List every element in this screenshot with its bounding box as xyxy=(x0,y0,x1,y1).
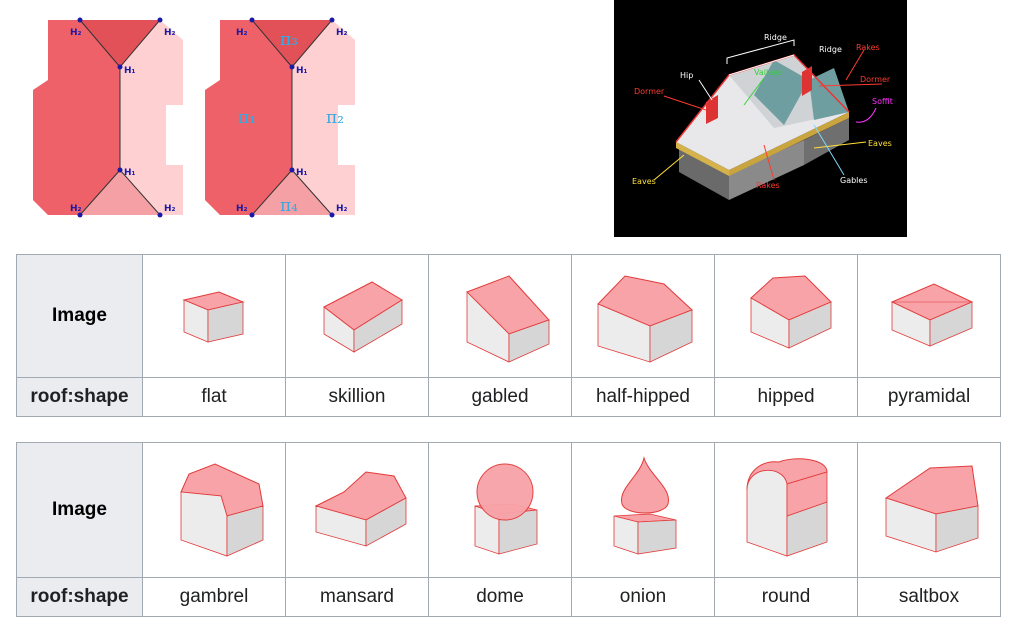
image-row: Image xyxy=(16,442,1001,578)
shape-image-cell xyxy=(714,254,858,378)
h2-label: H₂ xyxy=(236,204,248,214)
label-ridge: Ridge xyxy=(764,33,787,42)
h2-label: H₂ xyxy=(164,204,176,214)
h1-label: H₁ xyxy=(124,168,136,178)
roof-shape-key-link[interactable]: roof:shape xyxy=(30,386,128,407)
plane-label-pi4: π₄ xyxy=(280,196,298,216)
shape-value-cell: round xyxy=(714,577,858,617)
label-eaves: Eaves xyxy=(868,139,892,148)
label-dormer: Dormer xyxy=(860,75,891,84)
shape-image-cell xyxy=(285,254,429,378)
shape-image-cell xyxy=(714,442,858,578)
shape-image-cell xyxy=(142,254,286,378)
label-ridge: Ridge xyxy=(819,45,842,54)
h1-label: H₁ xyxy=(296,66,308,76)
hipped-roof-icon[interactable] xyxy=(723,262,849,370)
shape-image-cell xyxy=(857,254,1001,378)
plane-label-pi1: π₁ xyxy=(238,108,256,128)
shape-image-cell xyxy=(428,442,572,578)
label-rakes: Rakes xyxy=(756,181,780,190)
h1-label: H₁ xyxy=(296,168,308,178)
shape-value-cell: half-hipped xyxy=(571,377,715,417)
shape-image-cell xyxy=(285,442,429,578)
label-gables: Gables xyxy=(840,176,868,185)
shape-value-cell: gabled xyxy=(428,377,572,417)
pyramidal-roof-icon[interactable] xyxy=(866,262,992,370)
half-hipped-roof-icon[interactable] xyxy=(580,262,706,370)
shape-value-cell: gambrel xyxy=(142,577,286,617)
h2-label: H₂ xyxy=(70,28,82,38)
onion-roof-icon[interactable] xyxy=(580,456,706,564)
shape-image-cell xyxy=(571,442,715,578)
shape-image-cell xyxy=(428,254,572,378)
roof-shape-key-link[interactable]: roof:shape xyxy=(30,586,128,607)
value-row: roof:shape gambrel mansard dome onion ro… xyxy=(16,577,1001,617)
roof-plan-diagram: H₂ H₂ H₁ H₁ H₂ H₂ H₂ H₂ H₁ H₁ H₂ H₂ π₁ π… xyxy=(33,17,355,218)
shape-value-cell: mansard xyxy=(285,577,429,617)
shape-value-cell: dome xyxy=(428,577,572,617)
shape-value-cell: skillion xyxy=(285,377,429,417)
h2-label: H₂ xyxy=(164,28,176,38)
roof-anatomy-figure: Ridge Ridge Rakes Hip Valleys Dormer Dor… xyxy=(614,0,907,237)
h2-label: H₂ xyxy=(336,204,348,214)
label-rakes: Rakes xyxy=(856,43,880,52)
label-dormer: Dormer xyxy=(634,87,665,96)
image-row: Image xyxy=(16,254,1001,378)
shape-image-cell xyxy=(857,442,1001,578)
shape-value-cell: hipped xyxy=(714,377,858,417)
roof-shape-table-1: Image roof:shape flat skillion gabled ha… xyxy=(16,254,1001,417)
key-cell: roof:shape xyxy=(16,577,143,617)
gabled-roof-icon[interactable] xyxy=(437,262,563,370)
plane-label-pi3: π₃ xyxy=(280,30,298,50)
label-valleys: Valleys xyxy=(754,68,782,77)
h1-label: H₁ xyxy=(124,66,136,76)
h2-label: H₂ xyxy=(336,28,348,38)
dome-roof-icon[interactable] xyxy=(437,456,563,564)
shape-value-cell: pyramidal xyxy=(857,377,1001,417)
header-image-cell: Image xyxy=(16,442,143,578)
header-image-label: Image xyxy=(52,305,107,326)
shape-value-cell: onion xyxy=(571,577,715,617)
header-image-label: Image xyxy=(52,499,107,520)
value-row: roof:shape flat skillion gabled half-hip… xyxy=(16,377,1001,417)
shape-image-cell xyxy=(142,442,286,578)
gambrel-roof-icon[interactable] xyxy=(151,456,277,564)
skillion-roof-icon[interactable] xyxy=(294,262,420,370)
saltbox-roof-icon[interactable] xyxy=(866,456,992,564)
label-eaves: Eaves xyxy=(632,177,656,186)
roof-plan-figure: H₂ H₂ H₁ H₁ H₂ H₂ H₂ H₂ H₁ H₁ H₂ H₂ π₁ π… xyxy=(28,15,368,225)
round-roof-icon[interactable] xyxy=(723,456,849,564)
plane-label-pi2: π₂ xyxy=(326,108,344,128)
shape-image-cell xyxy=(571,254,715,378)
mansard-roof-icon[interactable] xyxy=(294,456,420,564)
key-cell: roof:shape xyxy=(16,377,143,417)
label-soffit: Soffit xyxy=(872,97,893,106)
h2-label: H₂ xyxy=(70,204,82,214)
roof-plan-right: H₂ H₂ H₁ H₁ H₂ H₂ π₁ π₂ π₃ π₄ xyxy=(205,17,355,218)
roof-plan-left: H₂ H₂ H₁ H₁ H₂ H₂ xyxy=(33,17,183,218)
h2-label: H₂ xyxy=(236,28,248,38)
roof-shape-table-2: Image roof:shape gambrel mansard dome on… xyxy=(16,442,1001,617)
flat-roof-icon[interactable] xyxy=(151,262,277,370)
roof-anatomy-diagram: Ridge Ridge Rakes Hip Valleys Dormer Dor… xyxy=(632,33,893,200)
header-image-cell: Image xyxy=(16,254,143,378)
shape-value-cell: flat xyxy=(142,377,286,417)
label-hip: Hip xyxy=(680,71,693,80)
shape-value-cell: saltbox xyxy=(857,577,1001,617)
